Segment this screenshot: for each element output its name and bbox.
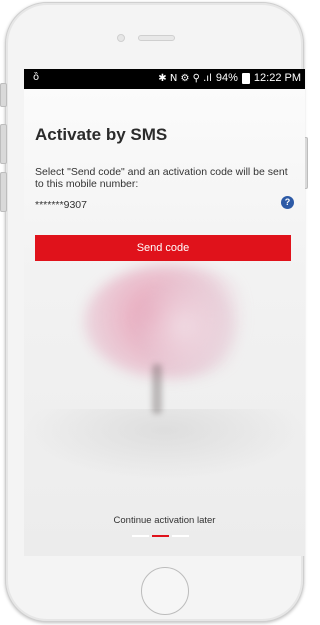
page-dot-active <box>152 535 169 537</box>
page-indicator <box>132 535 189 537</box>
status-bar-right: ✱ N ⚙ ⚲ .ıl 94% 12:22 PM <box>158 72 301 84</box>
masked-phone-number: *******9307 <box>35 199 87 211</box>
description-text: Select "Send code" and an activation cod… <box>35 166 288 190</box>
page-dot <box>132 535 149 537</box>
status-icons: ✱ N ⚙ ⚲ .ıl <box>158 72 212 84</box>
status-bar: ȍ ✱ N ⚙ ⚲ .ıl 94% 12:22 PM <box>24 69 305 89</box>
clock: 12:22 PM <box>253 72 301 84</box>
activation-content: Activate by SMS Select "Send code" and a… <box>24 89 305 556</box>
help-icon[interactable]: ? <box>281 196 294 209</box>
phone-screen: ȍ ✱ N ⚙ ⚲ .ıl 94% 12:22 PM Activate by S… <box>24 69 305 556</box>
continue-later-link[interactable]: Continue activation later <box>24 515 305 526</box>
volume-down-button <box>0 172 7 212</box>
home-button[interactable] <box>141 567 189 615</box>
front-camera <box>117 34 125 42</box>
battery-icon <box>241 72 250 84</box>
page-dot <box>172 535 189 537</box>
earpiece-speaker <box>138 35 175 41</box>
send-code-button[interactable]: Send code <box>35 235 291 261</box>
battery-percent: 94% <box>215 72 238 84</box>
volume-up-button <box>0 124 7 164</box>
mute-switch <box>0 83 7 107</box>
page-title: Activate by SMS <box>35 125 168 144</box>
notification-icon: ȍ <box>33 72 40 83</box>
